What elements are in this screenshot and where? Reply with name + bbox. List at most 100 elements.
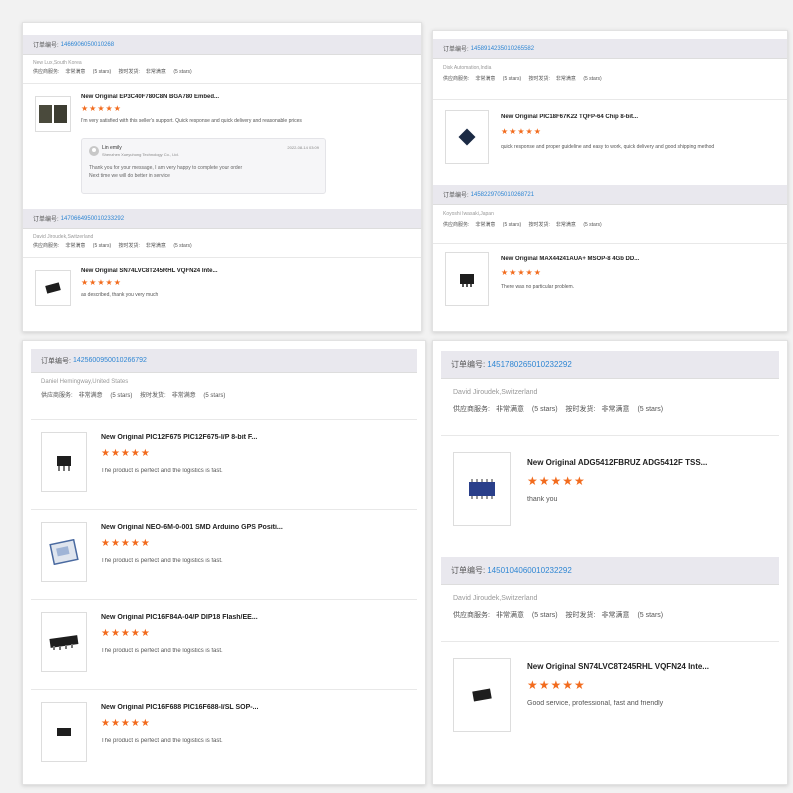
product-title[interactable]: New Original EP3C40F780C8N BGA780 Embed.… bbox=[81, 94, 381, 100]
order-number-label: 订单编号: bbox=[451, 566, 486, 575]
review-comment: thank you bbox=[527, 496, 558, 503]
service-label: 供应商服务: bbox=[33, 69, 60, 75]
order-number-link[interactable]: 1470664950010233292 bbox=[61, 216, 124, 222]
product-thumbnail[interactable] bbox=[445, 110, 489, 164]
shipping-value: 非常满意 bbox=[145, 243, 166, 249]
product-title[interactable]: New Original PIC18F67K22 TQFP-64 Chip 8-… bbox=[501, 114, 771, 120]
order-number-label: 订单编号: bbox=[33, 217, 59, 223]
dip18-chip-icon bbox=[49, 635, 79, 650]
supplier-ratings: 供应商服务: 非常满意 (5 stars) 按时发货: 非常满意 (5 stars) bbox=[443, 75, 787, 82]
shipping-value: 非常满意 bbox=[171, 393, 196, 399]
order-number-link[interactable]: 1466906050010268 bbox=[61, 42, 114, 48]
review-panel-a: 订单编号: 1466906050010268 New Lux,South Kor… bbox=[22, 22, 422, 332]
buyer-name: Koyoshi Iwasaki,Japan bbox=[443, 211, 494, 217]
review-item: New Original PIC12F675 PIC12F675-I/P 8-b… bbox=[31, 419, 417, 507]
order-header: 订单编号: 1450104060010232292 bbox=[441, 557, 779, 585]
service-stars: (5 stars) bbox=[531, 406, 558, 413]
service-stars: (5 stars) bbox=[92, 243, 112, 249]
product-title[interactable]: New Original PIC16F688 PIC16F688-I/SL SO… bbox=[101, 704, 401, 711]
product-title[interactable]: New Original PIC12F675 PIC12F675-I/P 8-b… bbox=[101, 434, 401, 441]
service-label: 供应商服务: bbox=[41, 393, 73, 399]
shipping-value: 非常满意 bbox=[601, 612, 630, 619]
order-card: 订单编号: 1450104060010232292 David Jiroudek… bbox=[433, 557, 787, 777]
buyer-name: David Jiroudek,Switzerland bbox=[33, 234, 94, 240]
product-thumbnail[interactable] bbox=[35, 270, 71, 306]
review-item: New Original PIC16F688 PIC16F688-I/SL SO… bbox=[31, 689, 417, 777]
order-number-label: 订单编号: bbox=[41, 357, 71, 365]
service-label: 供应商服务: bbox=[33, 243, 60, 249]
service-value: 非常满意 bbox=[495, 406, 524, 413]
shipping-stars: (5 stars) bbox=[637, 612, 664, 619]
shipping-label: 按时发货: bbox=[528, 222, 550, 228]
supplier-ratings: 供应商服务: 非常满意 (5 stars) 按时发货: 非常满意 (5 stars) bbox=[33, 242, 421, 249]
product-thumbnail[interactable] bbox=[35, 96, 71, 132]
product-title[interactable]: New Original SN74LVC8T245RHL VQFN24 Inte… bbox=[527, 662, 767, 671]
review-item: New Original NEO-6M-0-001 SMD Arduino GP… bbox=[31, 509, 417, 597]
rating-stars: ★★★★★ bbox=[81, 278, 122, 287]
review-comment: The product is perfect and the logistics… bbox=[101, 648, 223, 654]
order-header: 订单编号: 1425600950010266792 bbox=[31, 349, 417, 373]
order-meta: David Jiroudek,Switzerland 供应商服务: 非常满意 (5… bbox=[433, 585, 787, 620]
order-number-link[interactable]: 1451780265010232292 bbox=[487, 360, 572, 369]
shipping-stars: (5 stars) bbox=[203, 393, 226, 399]
review-comment: I'm very satisfied with this seller's su… bbox=[81, 118, 302, 124]
product-thumbnail[interactable] bbox=[453, 658, 511, 732]
supplier-ratings: 供应商服务: 非常满意 (5 stars) 按时发货: 非常满意 (5 stars) bbox=[453, 610, 787, 620]
product-title[interactable]: New Original MAX44241AUA+ MSOP-8 4Gb DD.… bbox=[501, 256, 771, 262]
review-item: New Original ADG5412FBRUZ ADG5412F TSS..… bbox=[441, 435, 779, 545]
service-label: 供应商服务: bbox=[443, 76, 470, 82]
product-thumbnail[interactable] bbox=[41, 522, 87, 582]
msop-chip-icon bbox=[460, 274, 474, 287]
gps-module-icon bbox=[49, 539, 79, 565]
product-thumbnail[interactable] bbox=[41, 612, 87, 672]
service-value: 非常满意 bbox=[475, 76, 496, 82]
order-header: 订单编号: 1470664950010233292 bbox=[23, 209, 421, 229]
service-label: 供应商服务: bbox=[443, 222, 470, 228]
order-number-link[interactable]: 1458914235010265582 bbox=[471, 46, 534, 52]
shipping-value: 非常满意 bbox=[601, 406, 630, 413]
order-card: 订单编号: 1458914235010265582 Disk Automatio… bbox=[433, 39, 787, 179]
product-thumbnail[interactable] bbox=[41, 702, 87, 762]
reply-text-line2: Next time we will do better in service bbox=[89, 173, 170, 179]
sop-chip-icon bbox=[57, 728, 71, 736]
supplier-ratings: 供应商服务: 非常满意 (5 stars) 按时发货: 非常满意 (5 stars) bbox=[453, 404, 787, 414]
tssop-chip-icon bbox=[469, 479, 495, 499]
product-thumbnail[interactable] bbox=[445, 252, 489, 306]
product-thumbnail[interactable] bbox=[453, 452, 511, 526]
tqfp-chip-icon bbox=[458, 128, 476, 146]
order-number-link[interactable]: 1450104060010232292 bbox=[487, 566, 572, 575]
seller-reply: Lin emily Shenzhen Xueyuhong Technology … bbox=[81, 138, 326, 194]
shipping-label: 按时发货: bbox=[140, 393, 166, 399]
buyer-name: David Jiroudek,Switzerland bbox=[453, 389, 538, 396]
service-stars: (5 stars) bbox=[110, 393, 133, 399]
order-meta: Disk Automation,India 供应商服务: 非常满意 (5 star… bbox=[433, 59, 787, 82]
supplier-ratings: 供应商服务: 非常满意 (5 stars) 按时发货: 非常满意 (5 stars) bbox=[443, 221, 787, 228]
review-item: New Original PIC16F84A-04/P DIP18 Flash/… bbox=[31, 599, 417, 687]
review-panel-c: 订单编号: 1425600950010266792 Daniel Hemingw… bbox=[22, 340, 426, 785]
vqfn-chip-icon bbox=[472, 688, 492, 702]
service-stars: (5 stars) bbox=[531, 612, 558, 619]
order-number-link[interactable]: 1458229705010268721 bbox=[471, 192, 534, 198]
shipping-label: 按时发货: bbox=[118, 243, 140, 249]
product-thumbnail[interactable] bbox=[41, 432, 87, 492]
seller-avatar bbox=[89, 146, 99, 156]
order-number-label: 订单编号: bbox=[33, 43, 59, 49]
rating-stars: ★★★★★ bbox=[501, 268, 542, 277]
rating-stars: ★★★★★ bbox=[501, 127, 542, 136]
reply-date: 2022-08-14 03:09 bbox=[287, 145, 319, 150]
shipping-value: 非常满意 bbox=[555, 76, 576, 82]
product-title[interactable]: New Original ADG5412FBRUZ ADG5412F TSS..… bbox=[527, 458, 767, 467]
product-title[interactable]: New Original SN74LVC8T245RHL VQFN24 Inte… bbox=[81, 268, 381, 274]
product-title[interactable]: New Original PIC16F84A-04/P DIP18 Flash/… bbox=[101, 614, 401, 621]
service-stars: (5 stars) bbox=[502, 222, 522, 228]
order-number-link[interactable]: 1425600950010266792 bbox=[73, 357, 147, 364]
shipping-label: 按时发货: bbox=[565, 612, 596, 619]
review-comment: The product is perfect and the logistics… bbox=[101, 738, 223, 744]
supplier-ratings: 供应商服务: 非常满意 (5 stars) 按时发货: 非常满意 (5 stars) bbox=[41, 390, 425, 399]
review-panel-d: 订单编号: 1451780265010232292 David Jiroudek… bbox=[432, 340, 788, 785]
supplier-ratings: 供应商服务: 非常满意 (5 stars) 按时发货: 非常满意 (5 stars) bbox=[33, 68, 421, 75]
order-card: 订单编号: 1466906050010268 New Lux,South Kor… bbox=[23, 35, 421, 205]
order-meta: Koyoshi Iwasaki,Japan 供应商服务: 非常满意 (5 star… bbox=[433, 205, 787, 228]
product-title[interactable]: New Original NEO-6M-0-001 SMD Arduino GP… bbox=[101, 524, 401, 531]
order-header: 订单编号: 1458229705010268721 bbox=[433, 185, 787, 205]
